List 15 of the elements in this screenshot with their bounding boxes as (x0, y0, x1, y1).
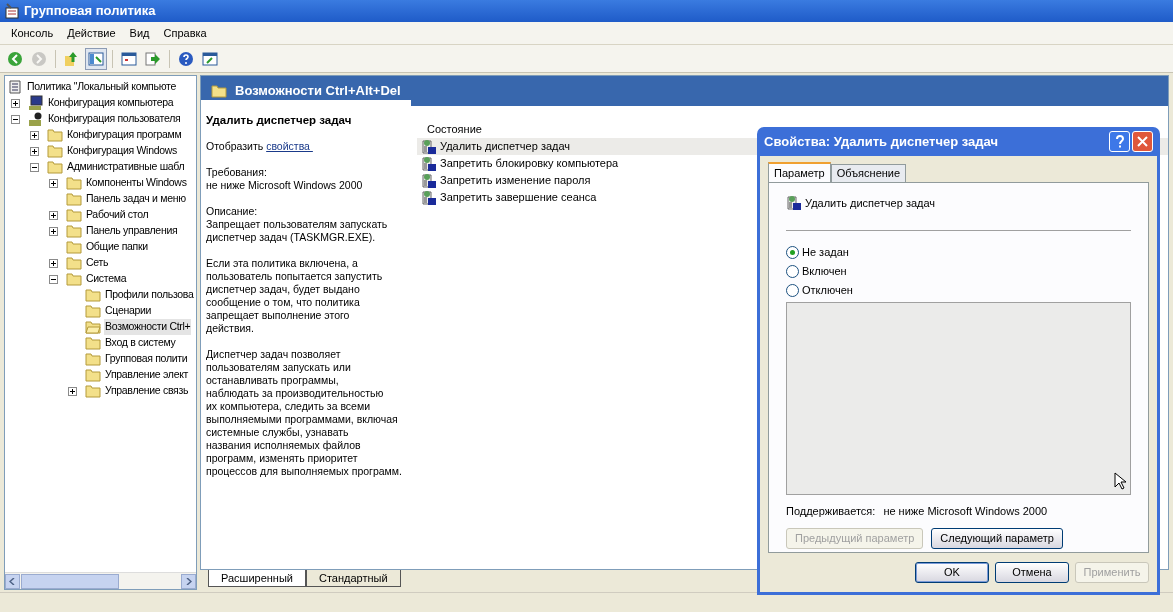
setting-name: Удалить диспетчер задач (805, 196, 936, 211)
radio-label: Включен (802, 263, 847, 279)
description-title: Удалить диспетчер задач (206, 114, 353, 127)
radio-label: Отключен (802, 282, 853, 298)
radio-label: Не задан (802, 244, 849, 260)
pane-title: Возможности Ctrl+Alt+Del (235, 82, 401, 101)
dialog-title: Свойства: Удалить диспетчер задач (764, 132, 998, 151)
window-title: Групповая политика (24, 2, 156, 21)
description-paragraph: Если эта политика включена, а пользователь попытается запустить диспетчер задач, будет выдано сообщение о том, что политика запрещает выполнение этого действия. (206, 257, 384, 335)
description-paragraph: Требования: не ниже Microsoft Windows 2000 (206, 166, 364, 192)
description-paragraph: Диспетчер задач позволяет пользователям запускать или останавливать программы, наблюдать за производительностью их компьютера, следить за всеми выполняемыми программами, включая системные службы, узнавать названия исполняемых файлов программ, изменять приоритет процессов для выполняемых программ. (206, 348, 403, 478)
supported-value: не ниже Microsoft Windows 2000 (883, 503, 1048, 519)
supported-label: Поддерживается: (786, 503, 876, 519)
show-properties-text: Отобразить свойства (206, 140, 411, 153)
description-paragraph: Описание: Запрещает пользователям запускать диспетчер задач (TASKMGR.EXE). (206, 205, 389, 244)
